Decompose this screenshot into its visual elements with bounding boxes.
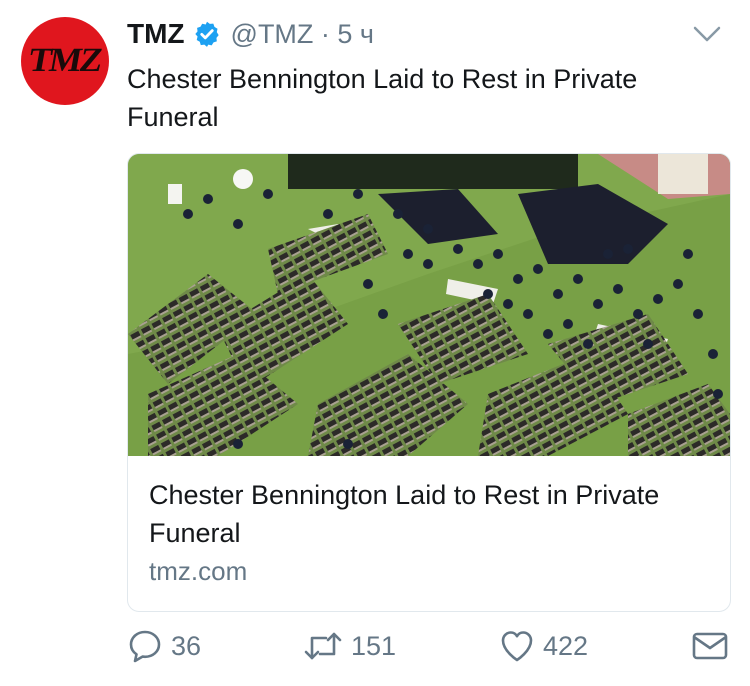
chevron-down-icon[interactable]	[692, 22, 722, 46]
link-card[interactable]: Chester Bennington Laid to Rest in Priva…	[127, 153, 731, 612]
like-count: 422	[543, 630, 589, 661]
card-body: Chester Bennington Laid to Rest in Priva…	[149, 476, 710, 590]
reply-button[interactable]: 36	[127, 628, 201, 664]
retweet-button[interactable]: 151	[303, 628, 396, 664]
direct-message-button[interactable]	[691, 628, 729, 664]
avatar[interactable]: TMZ	[21, 17, 109, 105]
envelope-icon	[692, 632, 728, 660]
retweet-count: 151	[351, 630, 397, 661]
verified-badge-icon	[194, 21, 219, 47]
handle-and-time[interactable]: @TMZ · 5 ч	[231, 19, 374, 50]
retweet-icon	[304, 632, 342, 660]
tweet-text: Chester Bennington Laid to Rest in Priva…	[127, 64, 638, 132]
tmz-logo: TMZ	[26, 42, 105, 79]
card-image	[128, 154, 730, 456]
card-title[interactable]: Chester Bennington Laid to Rest in Priva…	[149, 476, 710, 552]
reply-count: 36	[171, 630, 202, 661]
tweet-actions: 36 151 422	[127, 628, 732, 672]
tweet-header: TMZ @TMZ · 5 ч	[127, 14, 730, 54]
card-domain[interactable]: tmz.com	[149, 552, 710, 590]
account-name[interactable]: TMZ	[127, 18, 185, 50]
heart-icon	[501, 631, 533, 662]
reply-bubble-icon	[129, 630, 161, 663]
like-button[interactable]: 422	[499, 628, 588, 664]
